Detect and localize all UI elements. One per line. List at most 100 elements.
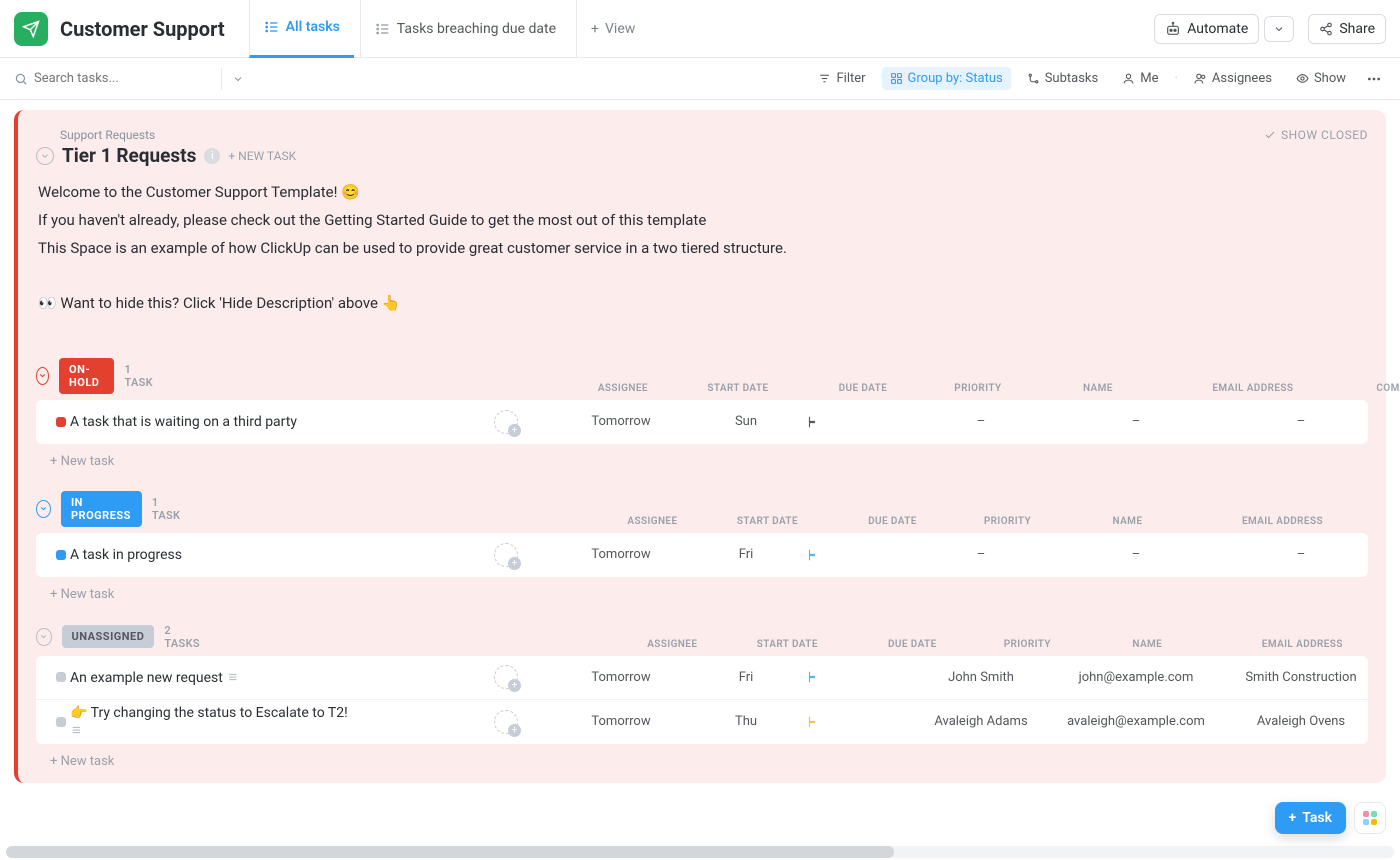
- new-task-button[interactable]: + New task: [36, 577, 1368, 606]
- task-title[interactable]: A task that is waiting on a third party: [70, 414, 456, 430]
- tab-all-tasks[interactable]: All tasks: [249, 0, 354, 58]
- assignees-button[interactable]: Assignees: [1186, 67, 1280, 90]
- priority-cell[interactable]: [806, 715, 916, 729]
- space-title[interactable]: Customer Support: [60, 17, 225, 41]
- collapse-group-button[interactable]: [36, 500, 51, 518]
- add-view-button[interactable]: + View: [576, 0, 649, 58]
- automate-dropdown[interactable]: [1264, 16, 1294, 42]
- new-task-button[interactable]: + New task: [36, 744, 1368, 773]
- task-title[interactable]: A task in progress: [70, 547, 456, 563]
- col-due-date: DUE DATE: [832, 516, 952, 527]
- share-icon: [1319, 22, 1333, 36]
- list-header: Tier 1 Requests i + NEW TASK: [36, 144, 1368, 167]
- eye-icon: [1296, 72, 1309, 85]
- assignees-label: Assignees: [1212, 71, 1272, 86]
- add-assignee-icon[interactable]: [494, 665, 518, 689]
- company-cell[interactable]: –: [1226, 414, 1368, 429]
- priority-cell[interactable]: [806, 548, 916, 562]
- filter-icon: [818, 72, 831, 85]
- task-title[interactable]: An example new request ≡: [70, 668, 456, 686]
- start-date-cell[interactable]: Tomorrow: [556, 670, 686, 685]
- col-priority: PRIORITY: [972, 639, 1082, 650]
- search-dropdown[interactable]: [221, 68, 244, 90]
- group-header: ON-HOLD 1 TASK: [36, 358, 153, 394]
- name-cell[interactable]: John Smith: [916, 670, 1046, 685]
- task-row[interactable]: 👉 Try changing the status to Escalate to…: [36, 700, 1368, 744]
- scrollbar-thumb[interactable]: [6, 846, 894, 858]
- share-button[interactable]: Share: [1308, 14, 1386, 44]
- info-icon[interactable]: i: [204, 148, 220, 164]
- priority-cell[interactable]: [806, 670, 916, 684]
- task-rows: A task in progress Tomorrow Fri – – –: [36, 533, 1368, 577]
- task-row[interactable]: An example new request ≡ Tomorrow Fri Jo…: [36, 656, 1368, 700]
- status-square[interactable]: [56, 717, 66, 727]
- collapse-list-button[interactable]: [36, 147, 54, 165]
- apps-button[interactable]: [1354, 802, 1386, 834]
- show-closed-button[interactable]: SHOW CLOSED: [1264, 128, 1368, 142]
- name-cell[interactable]: –: [916, 414, 1046, 429]
- status-square[interactable]: [56, 672, 66, 682]
- col-company: COMPANY NAME: [1372, 516, 1400, 527]
- name-cell[interactable]: Avaleigh Adams: [916, 714, 1046, 729]
- collapse-group-button[interactable]: [36, 628, 52, 646]
- due-date-cell[interactable]: Fri: [686, 670, 806, 685]
- email-cell[interactable]: avaleigh@example.com: [1046, 714, 1226, 729]
- list-title[interactable]: Tier 1 Requests: [62, 144, 196, 167]
- collapse-group-button[interactable]: [36, 367, 49, 385]
- add-assignee-icon[interactable]: [494, 710, 518, 734]
- group-by-button[interactable]: Group by: Status: [882, 67, 1011, 90]
- task-count: 2 TASKS: [164, 624, 202, 650]
- due-date-cell[interactable]: Fri: [686, 547, 806, 562]
- breadcrumb[interactable]: Support Requests: [60, 128, 1368, 142]
- company-cell[interactable]: –: [1226, 547, 1368, 562]
- company-cell[interactable]: Smith Construction: [1226, 670, 1368, 685]
- add-assignee-icon[interactable]: [494, 543, 518, 567]
- status-group: ON-HOLD 1 TASK . ASSIGNEE START DATE DUE…: [36, 358, 1368, 473]
- status-pill[interactable]: IN PROGRESS: [61, 491, 142, 527]
- content-area: Support Requests Tier 1 Requests i + NEW…: [0, 100, 1400, 844]
- status-square[interactable]: [56, 417, 66, 427]
- me-button[interactable]: Me: [1114, 67, 1166, 90]
- search-input[interactable]: [34, 71, 174, 86]
- automate-button[interactable]: Automate: [1154, 14, 1259, 44]
- company-cell[interactable]: Avaleigh Ovens: [1226, 714, 1368, 729]
- name-cell[interactable]: –: [916, 547, 1046, 562]
- task-title[interactable]: 👉 Try changing the status to Escalate to…: [70, 705, 456, 739]
- horizontal-scrollbar[interactable]: [6, 846, 1394, 858]
- status-square[interactable]: [56, 550, 66, 560]
- task-row[interactable]: A task in progress Tomorrow Fri – – –: [36, 533, 1368, 577]
- due-date-cell[interactable]: Thu: [686, 714, 806, 729]
- add-view-label: View: [605, 21, 635, 37]
- new-task-inline-button[interactable]: + NEW TASK: [228, 149, 296, 163]
- filter-button[interactable]: Filter: [810, 67, 873, 90]
- col-email: EMAIL ADDRESS: [1192, 516, 1372, 527]
- column-headers: . ASSIGNEE START DATE DUE DATE PRIORITY …: [182, 516, 1400, 527]
- more-button[interactable]: [1362, 67, 1386, 91]
- assignee-cell[interactable]: [456, 710, 556, 734]
- list-description: Welcome to the Customer Support Template…: [38, 179, 1368, 318]
- email-cell[interactable]: –: [1046, 414, 1226, 429]
- priority-cell[interactable]: [806, 415, 916, 429]
- tab-breaching[interactable]: Tasks breaching due date: [360, 0, 570, 58]
- email-cell[interactable]: –: [1046, 547, 1226, 562]
- apps-icon: [1363, 811, 1377, 825]
- start-date-cell[interactable]: Tomorrow: [556, 714, 686, 729]
- task-row[interactable]: A task that is waiting on a third party …: [36, 400, 1368, 444]
- email-cell[interactable]: john@example.com: [1046, 670, 1226, 685]
- add-assignee-icon[interactable]: [494, 410, 518, 434]
- new-task-button[interactable]: + New task: [36, 444, 1368, 473]
- col-start-date: START DATE: [722, 639, 852, 650]
- status-pill[interactable]: ON-HOLD: [59, 358, 114, 394]
- col-due-date: DUE DATE: [852, 639, 972, 650]
- assignee-cell[interactable]: [456, 410, 556, 434]
- status-pill[interactable]: UNASSIGNED: [62, 625, 155, 648]
- subtasks-button[interactable]: Subtasks: [1019, 67, 1107, 90]
- assignee-cell[interactable]: [456, 543, 556, 567]
- start-date-cell[interactable]: Tomorrow: [556, 414, 686, 429]
- plus-icon: +: [1289, 810, 1297, 826]
- start-date-cell[interactable]: Tomorrow: [556, 547, 686, 562]
- new-task-fab[interactable]: + Task: [1275, 802, 1346, 834]
- show-button[interactable]: Show: [1288, 67, 1354, 90]
- due-date-cell[interactable]: Sun: [686, 414, 806, 429]
- assignee-cell[interactable]: [456, 665, 556, 689]
